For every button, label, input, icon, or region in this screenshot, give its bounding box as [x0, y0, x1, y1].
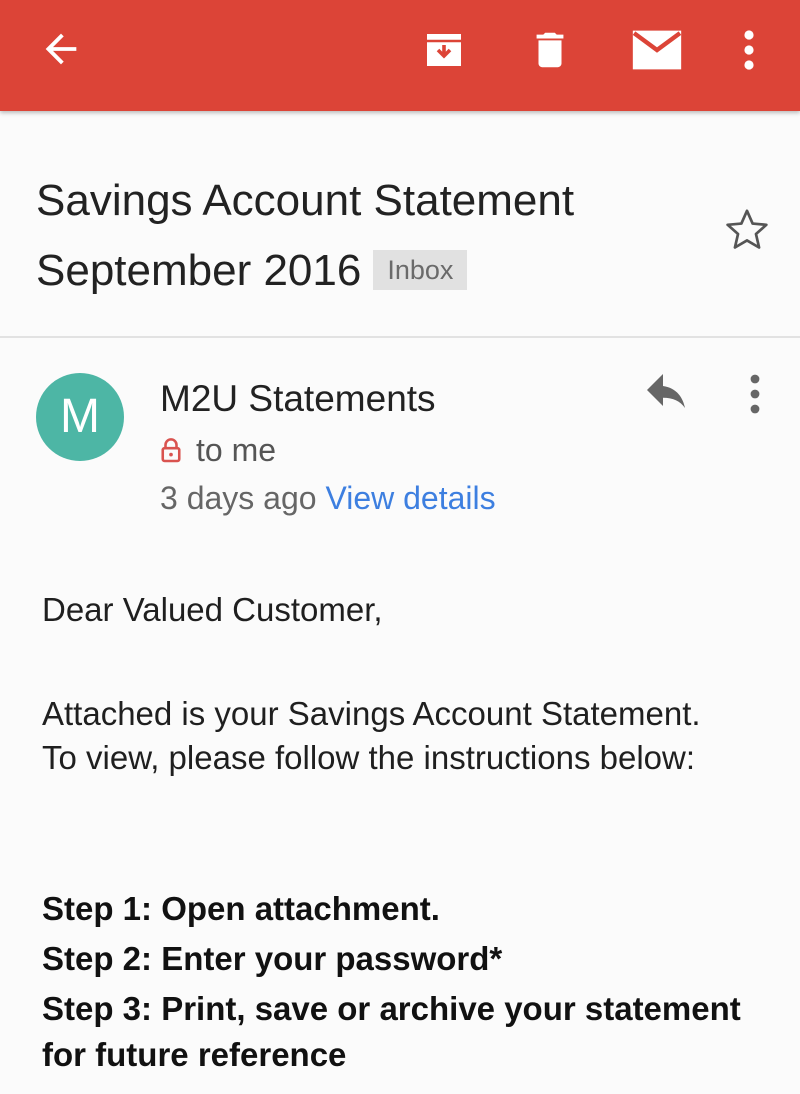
email-greeting: Dear Valued Customer,	[42, 591, 383, 628]
recipient-row: to me	[160, 429, 276, 471]
email-time: 3 days ago	[160, 480, 317, 516]
app-bar	[0, 0, 800, 111]
back-arrow-icon[interactable]	[38, 26, 84, 72]
inbox-label-badge[interactable]: Inbox	[373, 250, 468, 290]
step-1: Step 1: Open attachment.	[42, 890, 440, 927]
lock-icon	[161, 438, 181, 463]
view-details-link[interactable]: View details	[325, 480, 495, 516]
subject-text: Savings Account Statement September 2016	[36, 176, 575, 295]
reply-icon[interactable]	[642, 372, 692, 412]
step-2: Step 2: Enter your password*	[42, 940, 503, 977]
mark-unread-mail-icon[interactable]	[628, 28, 686, 72]
step-3: Step 3: Print, save or archive your stat…	[42, 990, 741, 1073]
delete-icon[interactable]	[527, 25, 573, 75]
sender-avatar[interactable]: M	[36, 373, 124, 461]
sender-more-options-icon[interactable]	[740, 370, 770, 418]
subject-header: Savings Account Statement September 2016…	[0, 111, 800, 336]
meta-row: 3 days ago View details	[160, 477, 496, 519]
email-intro: Attached is your Savings Account Stateme…	[42, 695, 701, 776]
star-icon[interactable]	[722, 205, 772, 255]
email-subject: Savings Account Statement September 2016…	[36, 166, 696, 306]
sender-name: M2U Statements	[160, 378, 436, 419]
archive-icon[interactable]	[420, 26, 468, 74]
more-options-icon[interactable]	[734, 26, 764, 74]
recipient-text: to me	[196, 432, 277, 468]
instruction-steps: Step 1: Open attachment. Step 2: Enter y…	[42, 884, 742, 1078]
header-divider	[0, 336, 800, 338]
